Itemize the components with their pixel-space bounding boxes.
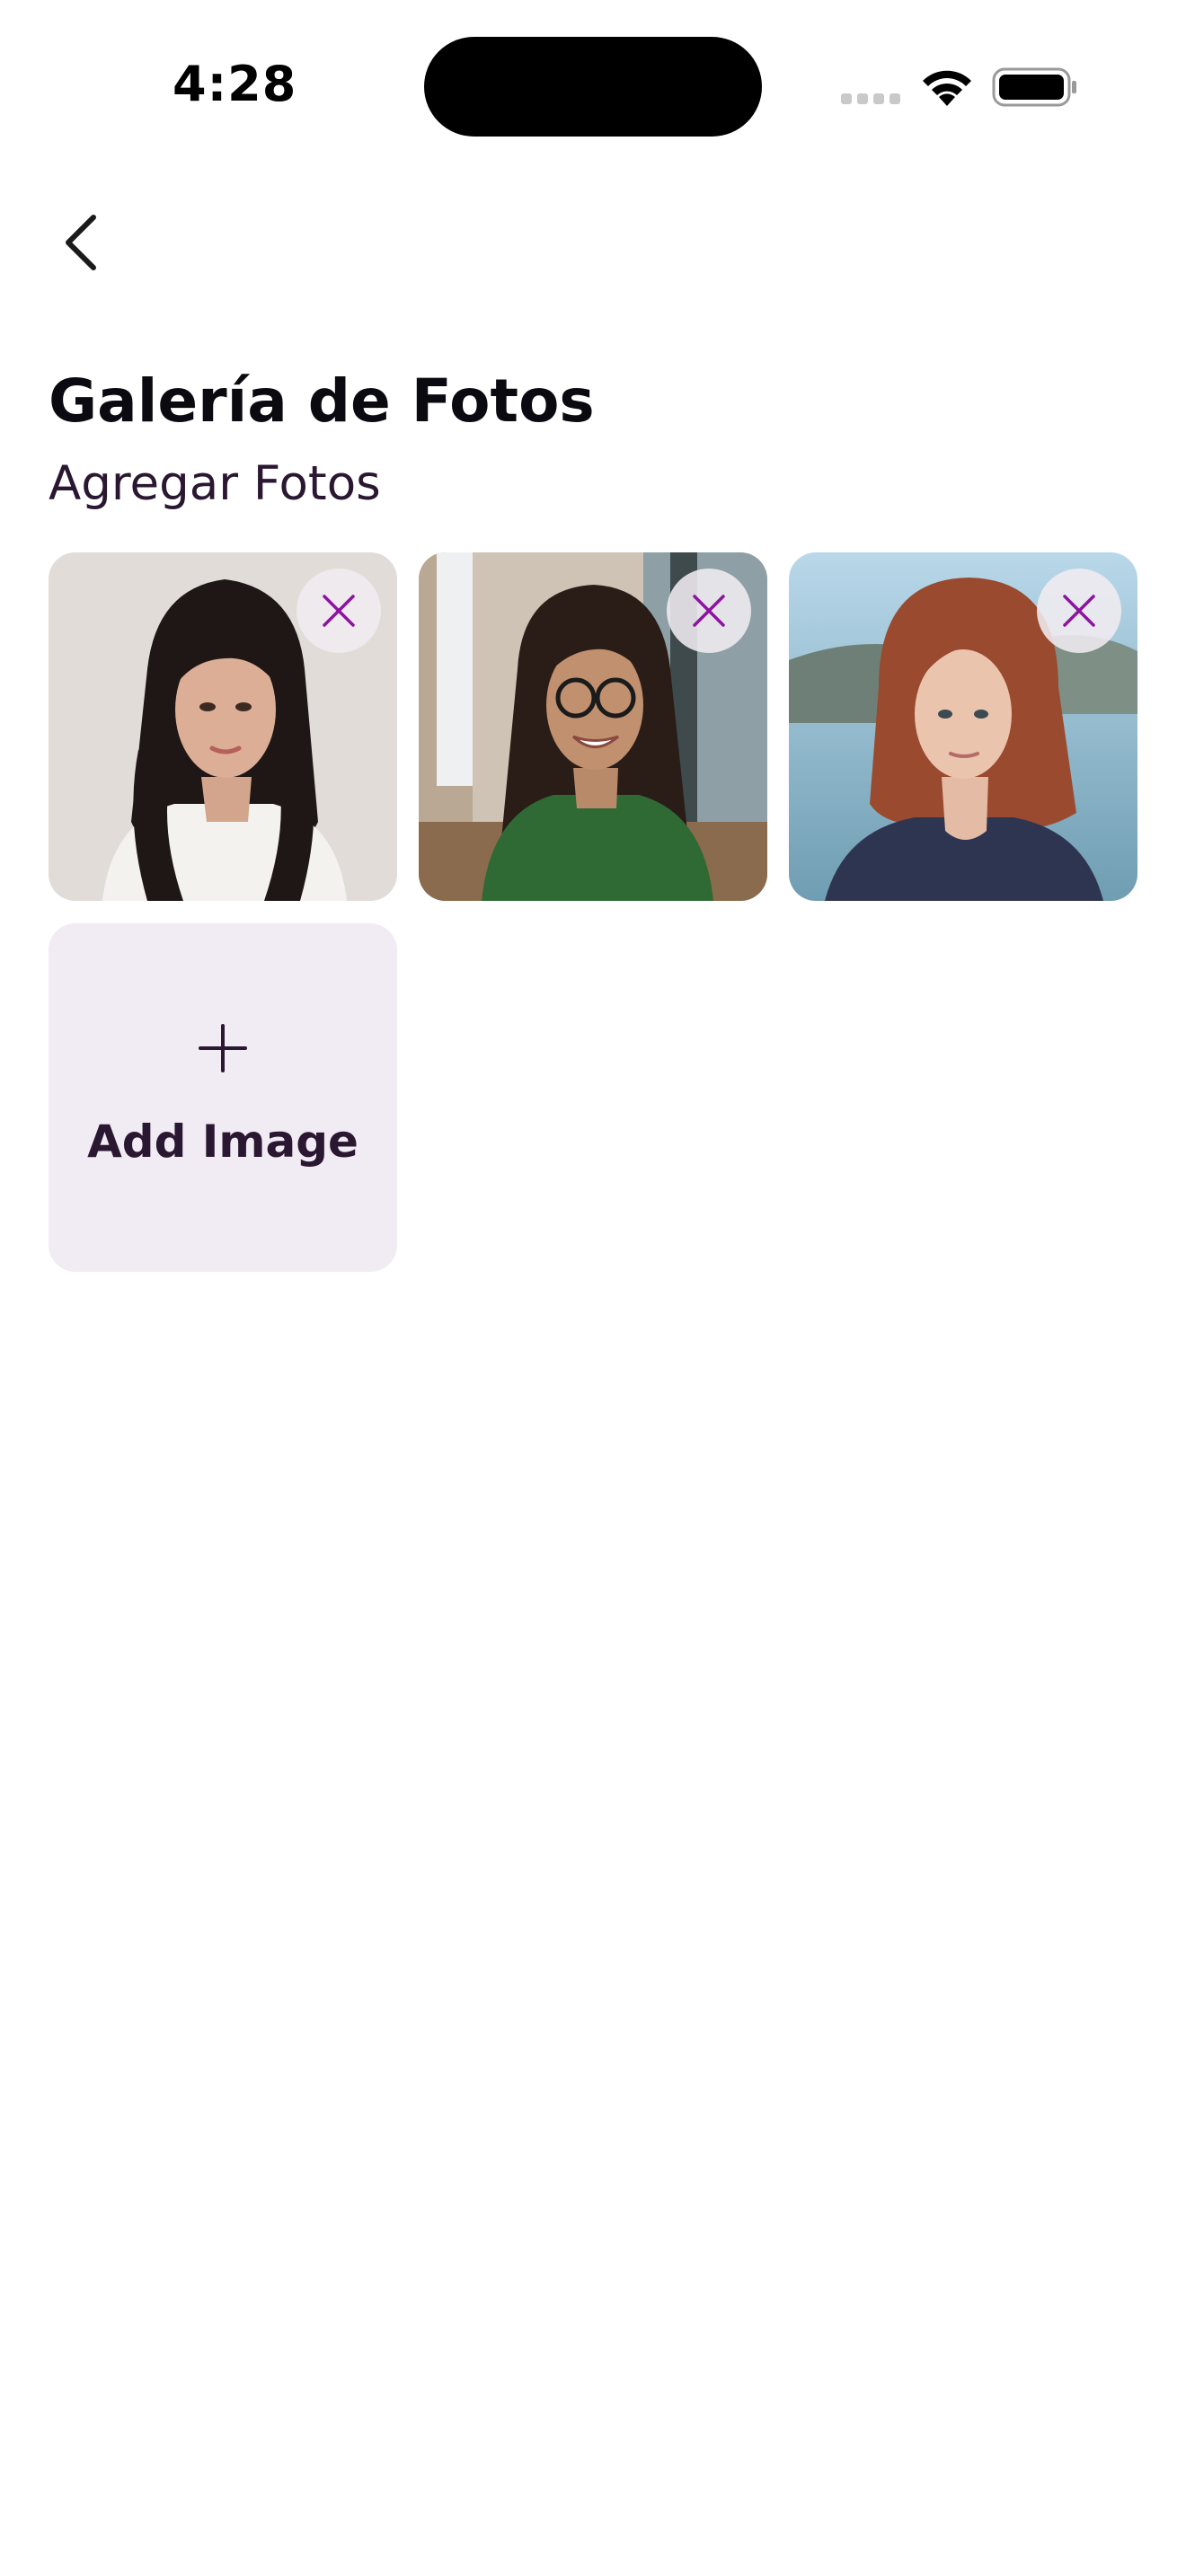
remove-photo-button[interactable] xyxy=(296,569,381,653)
remove-photo-button[interactable] xyxy=(667,569,751,653)
page-subtitle: Agregar Fotos xyxy=(49,456,381,511)
photo-tile[interactable] xyxy=(49,552,397,901)
close-icon xyxy=(693,595,725,627)
wifi-icon xyxy=(923,70,971,106)
photo-tile[interactable] xyxy=(419,552,767,901)
status-time: 4:28 xyxy=(173,56,297,112)
add-image-button[interactable]: Add Image xyxy=(49,923,397,1272)
close-icon xyxy=(1063,595,1095,627)
close-icon xyxy=(323,595,355,627)
cellular-signal-icon xyxy=(841,93,900,104)
add-image-label: Add Image xyxy=(87,1116,358,1168)
plus-icon xyxy=(199,1024,247,1072)
dynamic-island xyxy=(424,37,762,137)
photo-tile[interactable] xyxy=(789,552,1137,901)
back-button[interactable] xyxy=(45,202,117,283)
chevron-left-icon xyxy=(66,215,96,270)
page-title: Galería de Fotos xyxy=(49,366,595,436)
remove-photo-button[interactable] xyxy=(1037,569,1121,653)
photo-gallery-screen: 4:28 Galería de Fotos Agregar Fotos Add … xyxy=(0,0,1186,2576)
battery-icon xyxy=(992,67,1076,107)
